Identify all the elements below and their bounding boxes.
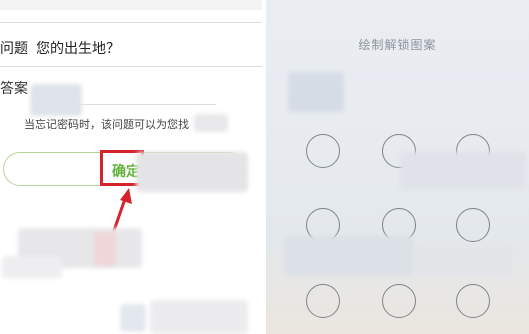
pattern-dot[interactable] (382, 284, 416, 318)
hint-text: 当忘记密码时，该问题可以为您找 (24, 118, 189, 131)
question-row: 问题 您的出生地？ (0, 38, 120, 58)
pattern-dot[interactable] (306, 284, 340, 318)
redaction-patch (120, 304, 146, 332)
redaction-patch (412, 248, 512, 276)
pattern-title: 绘制解锁图案 (358, 38, 437, 52)
unlock-pattern-panel: 绘制解锁图案 (266, 0, 529, 334)
top-divider (0, 22, 262, 23)
redaction-patch (2, 256, 62, 278)
answer-label: 答案 (0, 81, 28, 97)
pattern-dot[interactable] (306, 134, 340, 168)
redaction-patch (288, 72, 344, 112)
redaction-patch (150, 300, 248, 334)
redaction-patch (136, 152, 248, 192)
question-text: 您的出生地？ (36, 41, 120, 57)
question-divider (0, 66, 262, 67)
redaction-patch (400, 152, 526, 190)
redaction-patch (94, 232, 116, 266)
pattern-dot[interactable] (456, 284, 490, 318)
redaction-patch (284, 236, 414, 276)
question-label: 问题 (0, 41, 28, 57)
pattern-dot[interactable] (456, 208, 490, 242)
status-strip (0, 0, 262, 10)
redaction-patch (194, 114, 228, 132)
redaction-patch (30, 84, 82, 116)
security-question-panel: 问题 您的出生地？ 答案 当忘记密码时，该问题可以为您找 确定 (0, 0, 262, 334)
